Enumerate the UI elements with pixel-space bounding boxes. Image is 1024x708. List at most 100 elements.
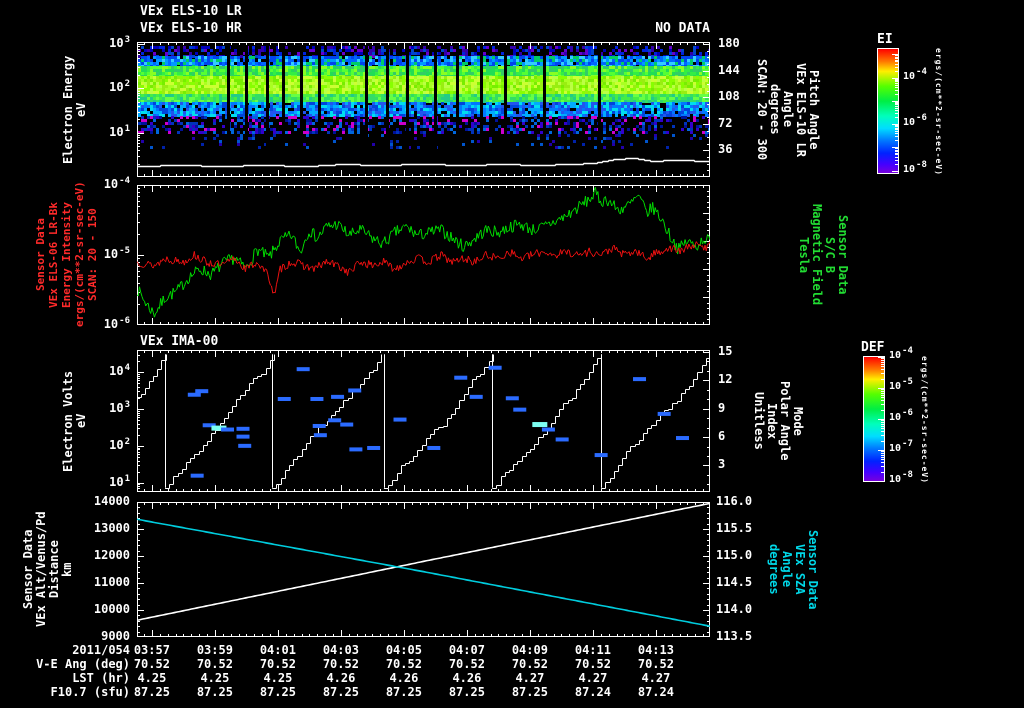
footer-value: 87.25 <box>511 685 548 699</box>
colorbar-ei-units: ergs/(cm**2-sr-sec-eV) <box>934 48 943 176</box>
footer-value: 87.25 <box>133 685 170 699</box>
colorbar-tick-label: 10-5 <box>889 377 913 392</box>
axis-label-line: Angle <box>781 91 795 128</box>
axis-label-line: degrees <box>767 544 781 595</box>
footer-row-label: V-E Ang (deg) <box>36 657 130 671</box>
colorbar-tick-label: 10-8 <box>889 470 913 485</box>
time-tick-label: 04:13 <box>637 643 674 657</box>
axis-label-line: Magnetic Field <box>810 204 824 306</box>
panel3-right-axis-label: Mode Polar Angle Index Unitless <box>748 350 805 492</box>
footer-value: 4.26 <box>389 671 419 685</box>
footer-value: 70.52 <box>511 657 548 671</box>
tick-label: 115.5 <box>716 521 753 535</box>
date-label: 2011/054 <box>72 643 130 657</box>
tick-label: 9 <box>718 400 726 415</box>
panel1-left-axis-label: Electron Energy eV <box>61 42 96 177</box>
tick-label: 15 <box>718 343 733 358</box>
tick-label: 180 <box>718 36 740 51</box>
tick-label: 144 <box>718 62 740 77</box>
tick-label: 108 <box>718 89 740 104</box>
axis-label-line: Unitless <box>752 392 766 450</box>
time-tick-label: 04:09 <box>511 643 548 657</box>
colorbar-def-title: DEF <box>861 340 885 355</box>
time-tick-label: 04:11 <box>574 643 611 657</box>
footer-value: 4.26 <box>452 671 482 685</box>
tick-label: 12 <box>718 372 733 387</box>
footer-value: 4.27 <box>641 671 671 685</box>
footer-value: 70.52 <box>133 657 170 671</box>
axis-label-line: Pitch Angle <box>807 69 821 150</box>
footer-value: 4.25 <box>137 671 167 685</box>
tick-label: 116.0 <box>716 494 753 508</box>
colorbar-tick-label: 10-6 <box>889 408 913 423</box>
panel1-title-line2: VEx ELS-10 HR <box>140 21 242 36</box>
footer-value: 70.52 <box>448 657 485 671</box>
axis-label-line: SCAN: 20 - 150 <box>86 208 99 302</box>
time-tick-label: 04:07 <box>448 643 485 657</box>
tick-label: 6 <box>718 429 726 444</box>
tick-label: 115.0 <box>716 548 753 562</box>
axis-label-line: degrees <box>768 84 782 135</box>
no-data-label: NO DATA <box>655 21 710 36</box>
footer-value: 70.52 <box>637 657 674 671</box>
tick-label: 3 <box>718 457 726 472</box>
time-tick-label: 04:03 <box>322 643 359 657</box>
els-spectrogram-canvas <box>137 42 710 177</box>
panel2-left-axis-label: Sensor Data VEx ELS-06 LR-Bk Energy Intens… <box>34 181 102 327</box>
panel1-title-line1: VEx ELS-10 LR <box>140 4 242 19</box>
axis-label-line: Angle <box>780 551 794 588</box>
axis-label-line: Sensor Data <box>806 529 820 610</box>
panel2-right-axis-label: Sensor Data S/C B Magnetic Field Tesla <box>793 185 850 325</box>
panel3-left-axis-label: Electron Volts eV <box>61 350 96 492</box>
footer-value: 87.25 <box>322 685 359 699</box>
axis-label-line: S/C B <box>823 236 837 274</box>
footer-value: 70.52 <box>322 657 359 671</box>
colorbar-ei-title: EI <box>877 32 893 47</box>
footer-value: 87.25 <box>196 685 233 699</box>
footer-value: 4.25 <box>200 671 230 685</box>
footer-value: 4.27 <box>515 671 545 685</box>
footer-value: 87.25 <box>259 685 296 699</box>
panel4-left-axis-label: Sensor Data VEx Alt/Venus/Pd Distance km <box>21 502 78 637</box>
colorbar-def <box>863 356 887 482</box>
footer-value: 4.27 <box>578 671 608 685</box>
orbit-canvas <box>137 502 710 637</box>
colorbar-tick-label: 10-4 <box>889 346 913 361</box>
axis-label-line: km <box>60 562 74 577</box>
footer-value: 70.52 <box>574 657 611 671</box>
tick-label: 36 <box>718 142 733 157</box>
footer-value: 70.52 <box>385 657 422 671</box>
time-tick-label: 03:57 <box>133 643 170 657</box>
axis-label-line: Index <box>765 402 779 440</box>
footer-value: 87.25 <box>448 685 485 699</box>
panel3-title: VEx IMA-00 <box>140 334 219 349</box>
tick-label: 114.0 <box>716 602 753 616</box>
axis-label-line: Sensor Data <box>836 215 850 295</box>
time-tick-label: 04:01 <box>259 643 296 657</box>
panel4-right-axis-label: Sensor Data VEx SZA Angle degrees <box>763 502 820 637</box>
time-tick-label: 04:05 <box>385 643 422 657</box>
tick-label: 72 <box>718 115 733 130</box>
footer-value: 87.25 <box>385 685 422 699</box>
axis-label-line: eV <box>74 102 88 117</box>
time-tick-label: 03:59 <box>196 643 233 657</box>
ima-spectrogram-canvas <box>137 350 710 492</box>
colorbar-ei <box>877 48 901 174</box>
panel1-right-axis-label: Pitch Angle VEx ELS-10 LR Angle degrees SCAN… <box>750 42 821 177</box>
intensity-bfield-canvas <box>137 185 710 325</box>
footer-value: 87.24 <box>574 685 611 699</box>
axis-label-line: VEx ELS-06 LR-Bk <box>47 202 60 308</box>
vex-quicklook-page: VEx ELS-10 LR VEx ELS-10 HR NO DATA VEx … <box>0 0 1024 708</box>
axis-label-line: VEx SZA <box>793 544 807 595</box>
footer-value: 4.26 <box>326 671 356 685</box>
tick-label: 114.5 <box>716 575 753 589</box>
axis-label-line: Energy Intensity <box>60 202 73 308</box>
footer-row-label: F10.7 (sfu) <box>50 685 130 699</box>
footer-value: 70.52 <box>259 657 296 671</box>
axis-label-line: VEx ELS-10 LR <box>794 62 808 157</box>
colorbar-tick-label: 10-8 <box>903 159 927 175</box>
axis-label-line: Mode <box>791 406 805 436</box>
colorbar-tick-label: 10-6 <box>903 113 927 129</box>
tick-label: 113.5 <box>716 629 753 643</box>
colorbar-tick-label: 10-7 <box>889 439 913 454</box>
